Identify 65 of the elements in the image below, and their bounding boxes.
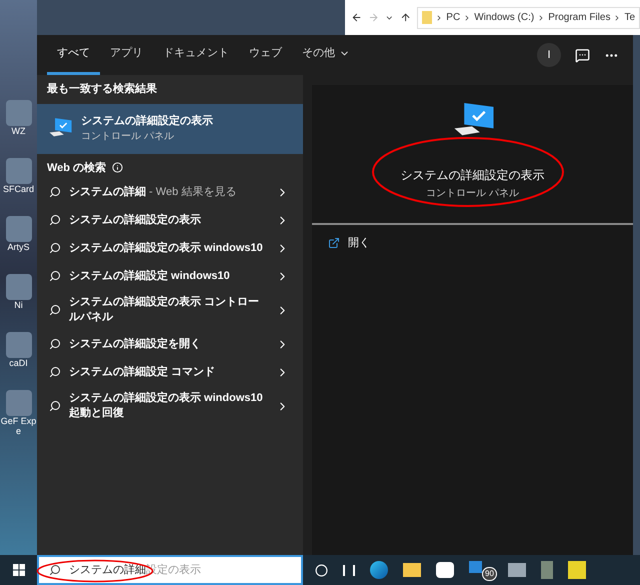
app-icon[interactable] (6, 100, 32, 126)
breadcrumb-item[interactable]: Windows (C:) (474, 10, 534, 25)
breadcrumb-item[interactable]: Te (624, 10, 636, 25)
search-icon (49, 186, 61, 198)
section-heading: Web の検索 (47, 160, 106, 176)
feedback-icon[interactable] (575, 48, 590, 62)
tab[interactable]: ウェブ (239, 35, 292, 75)
result-title: システムの詳細設定の表示 (81, 114, 213, 129)
tab[interactable]: ドキュメント (153, 35, 239, 75)
desktop-icon-label: GeF Expe (0, 416, 37, 436)
app-icon[interactable] (6, 216, 32, 242)
preview-title: システムの詳細設定の表示 (400, 167, 544, 184)
suggestion-text: システムの詳細設定の表示 コントロールパネル (69, 295, 260, 325)
web-suggestion[interactable]: システムの詳細設定を開く (37, 330, 303, 358)
suggestion-text: システムの詳細 - Web 結果を見る (69, 184, 238, 200)
web-suggestion[interactable]: システムの詳細設定の表示 windows10 (37, 234, 303, 262)
app-icon[interactable] (6, 274, 32, 300)
search-icon (49, 400, 61, 412)
desktop-icon-label: Ni (13, 300, 24, 310)
desktop-icon-label: WZ (10, 126, 26, 136)
up-icon[interactable] (400, 11, 412, 24)
notification-badge: 90 (482, 567, 497, 581)
windows-logo-icon (12, 564, 24, 576)
section-heading: 最も一致する検索結果 (46, 82, 158, 97)
app-icon[interactable] (6, 390, 32, 416)
best-match-item[interactable]: システムの詳細設定の表示 コントロール パネル (37, 104, 303, 154)
web-suggestion[interactable]: システムの詳細設定の表示 windows10 起動と回復 (37, 386, 303, 426)
web-suggestion[interactable]: システムの詳細設定 windows10 (37, 262, 303, 290)
web-suggestion[interactable]: システムの詳細設定の表示 コントロールパネル (37, 290, 303, 330)
app-icon[interactable] (6, 332, 32, 358)
search-icon (49, 214, 61, 226)
search-icon (49, 304, 61, 316)
search-icon (49, 270, 61, 282)
result-subtitle: コントロール パネル (81, 130, 175, 144)
desktop-icon-label: SFCard (2, 184, 35, 194)
open-icon (328, 237, 340, 250)
back-icon[interactable] (351, 11, 362, 24)
desktop-icon-label: caDI (8, 358, 29, 368)
suggestion-text: システムの詳細設定の表示 windows10 (69, 240, 264, 256)
breadcrumb-item[interactable]: Program Files (548, 10, 610, 25)
suggestion-text: システムの詳細設定 windows10 (69, 268, 231, 284)
search-icon (49, 366, 61, 378)
suggestion-text: システムの詳細設定の表示 (69, 212, 202, 228)
desktop-icon-label: ArtyS (6, 242, 30, 252)
app-icon[interactable] (6, 158, 32, 184)
tab[interactable]: アプリ (100, 35, 153, 75)
suggestion-text: システムの詳細設定を開く (69, 336, 202, 352)
profile-button[interactable]: I (537, 43, 561, 67)
breadcrumb-item[interactable]: PC (446, 10, 460, 25)
web-suggestion[interactable]: システムの詳細 - Web 結果を見る (37, 178, 303, 206)
forward-icon[interactable] (368, 11, 380, 24)
open-action[interactable]: 開く (312, 225, 633, 262)
task-view-icon[interactable] (315, 564, 328, 576)
address-bar[interactable]: PC Windows (C:) Program Files Te (417, 6, 640, 28)
tab[interactable]: その他 (292, 35, 360, 75)
timeline-icon[interactable] (343, 564, 355, 576)
search-icon (49, 338, 61, 350)
web-suggestion[interactable]: システムの詳細設定 コマンド (37, 358, 303, 386)
suggestion-text: システムの詳細設定 コマンド (69, 364, 216, 380)
info-icon[interactable] (112, 162, 124, 174)
web-suggestion[interactable]: システムの詳細設定の表示 (37, 206, 303, 234)
search-icon (49, 564, 61, 576)
suggestion-text: システムの詳細設定の表示 windows10 起動と回復 (69, 391, 264, 421)
preview-subtitle: コントロール パネル (426, 187, 519, 202)
search-icon (49, 242, 61, 254)
